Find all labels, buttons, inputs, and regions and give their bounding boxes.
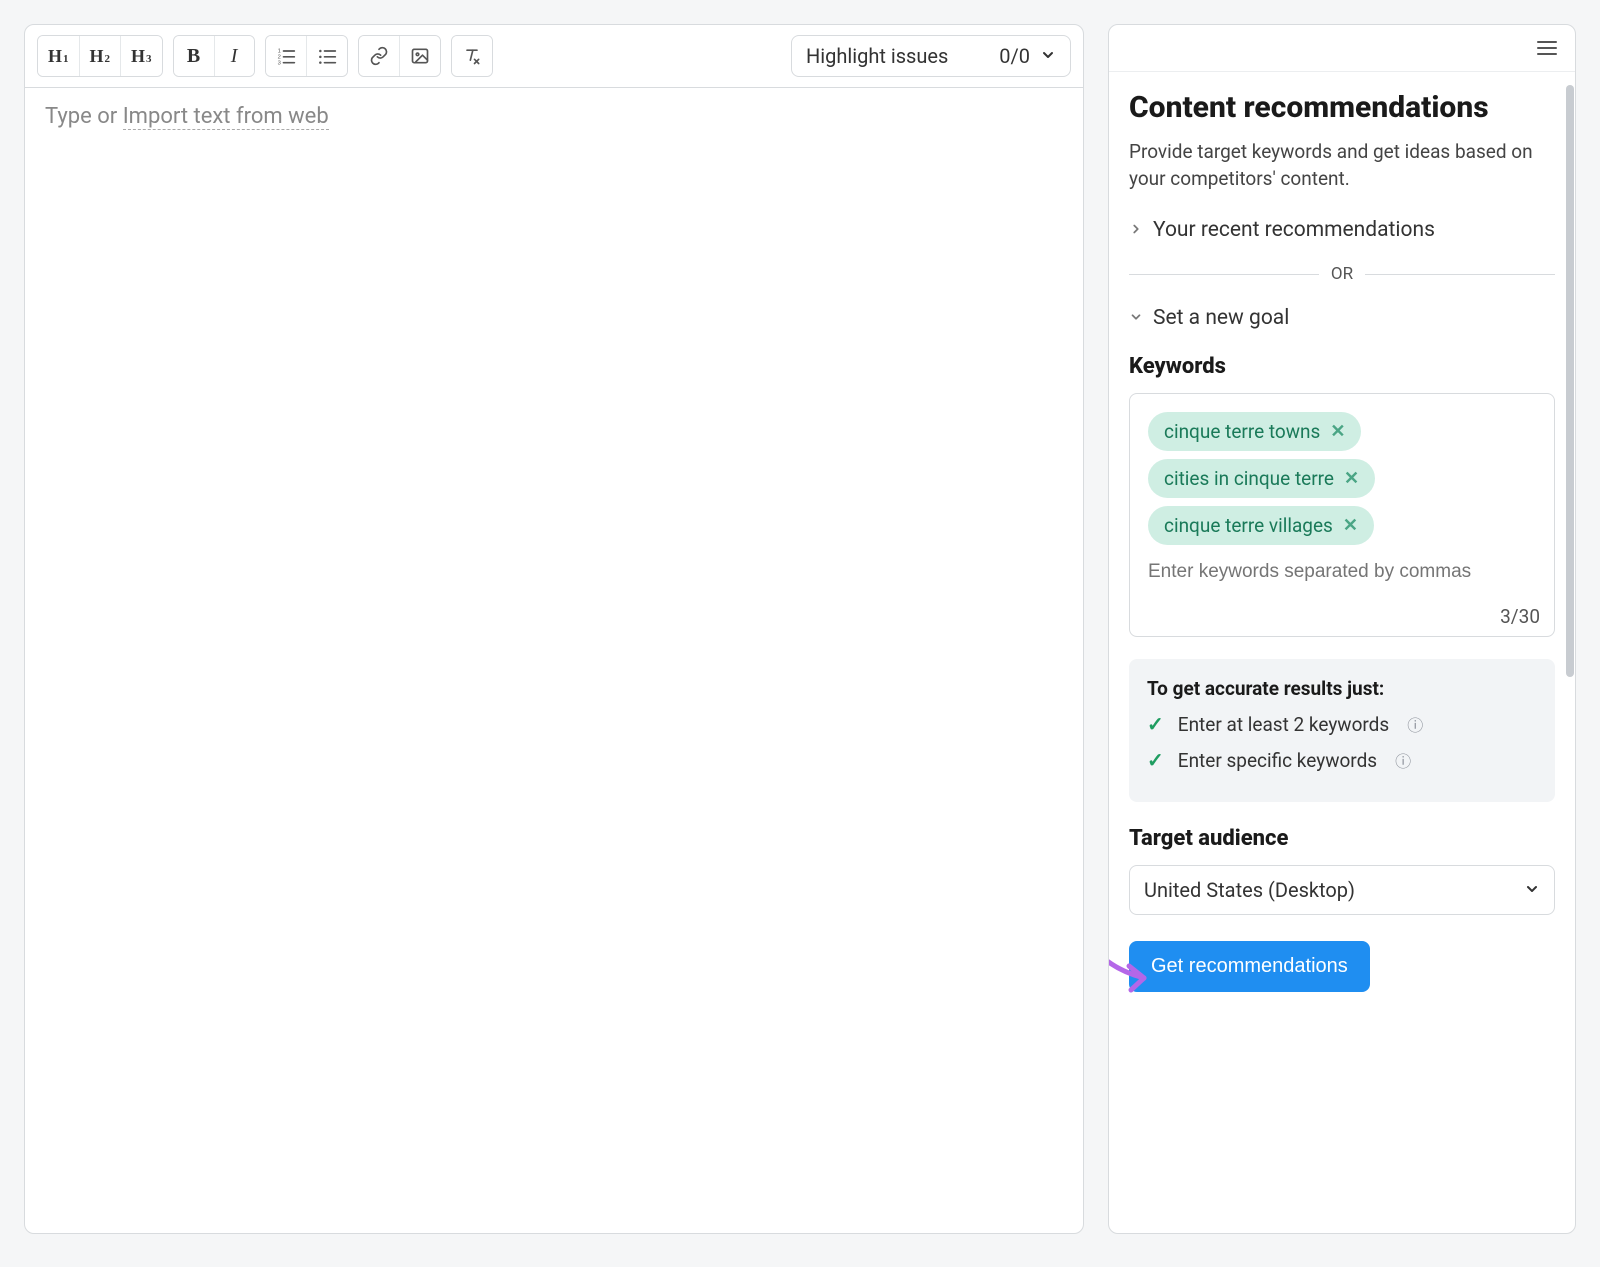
svg-text:3: 3 (277, 60, 280, 66)
remove-keyword-button[interactable]: ✕ (1330, 421, 1345, 442)
keywords-box: cinque terre towns ✕ cities in cinque te… (1129, 393, 1555, 637)
side-content: Content recommendations Provide target k… (1109, 72, 1575, 1012)
keyword-chip-label: cinque terre villages (1164, 514, 1333, 537)
tip-text: Enter at least 2 keywords (1178, 713, 1389, 736)
h3-button[interactable]: H3 (120, 36, 162, 76)
unordered-list-button[interactable] (306, 36, 347, 76)
recent-recommendations-toggle[interactable]: Your recent recommendations (1129, 218, 1555, 242)
get-recommendations-button[interactable]: Get recommendations (1129, 941, 1370, 992)
tips-box: To get accurate results just: ✓ Enter at… (1129, 659, 1555, 802)
editor-toolbar: H1 H2 H3 B I 1 2 (25, 25, 1083, 88)
heading-group: H1 H2 H3 (37, 35, 163, 77)
highlight-count: 0/0 (999, 44, 1030, 68)
highlight-issues-dropdown[interactable]: Highlight issues 0/0 (791, 35, 1071, 77)
chevron-right-icon (1129, 220, 1143, 241)
clear-formatting-icon (462, 46, 482, 66)
link-icon (369, 46, 389, 66)
recent-label: Your recent recommendations (1153, 218, 1435, 242)
editor-body[interactable]: Type or Import text from web (25, 88, 1083, 145)
recommendations-panel: Content recommendations Provide target k… (1108, 24, 1576, 1234)
app-root: H1 H2 H3 B I 1 2 (24, 24, 1576, 1234)
tip-row: ✓ Enter at least 2 keywords ⓘ (1147, 712, 1537, 736)
info-icon[interactable]: ⓘ (1395, 748, 1411, 772)
check-icon: ✓ (1147, 712, 1164, 736)
highlight-label: Highlight issues (806, 44, 989, 68)
image-icon (410, 46, 430, 66)
set-new-goal-toggle[interactable]: Set a new goal (1129, 306, 1555, 330)
editor-pane: H1 H2 H3 B I 1 2 (24, 24, 1084, 1234)
ordered-list-button[interactable]: 1 2 3 (266, 36, 306, 76)
chevron-down-icon (1524, 878, 1540, 902)
keywords-heading: Keywords (1129, 354, 1555, 379)
keyword-chip-label: cinque terre towns (1164, 420, 1320, 443)
check-icon: ✓ (1147, 748, 1164, 772)
import-from-web-link[interactable]: Import text from web (123, 104, 329, 130)
clear-formatting-button[interactable] (452, 36, 492, 76)
keyword-chip: cities in cinque terre ✕ (1148, 459, 1375, 498)
format-group: B I (173, 35, 255, 77)
keyword-chip-label: cities in cinque terre (1164, 467, 1334, 490)
insert-group (358, 35, 441, 77)
audience-heading: Target audience (1129, 826, 1555, 851)
info-icon[interactable]: ⓘ (1407, 712, 1423, 736)
bold-button[interactable]: B (174, 36, 214, 76)
keyword-chip: cinque terre towns ✕ (1148, 412, 1361, 451)
unordered-list-icon (317, 46, 337, 66)
panel-description: Provide target keywords and get ideas ba… (1129, 139, 1555, 192)
chevron-down-icon (1040, 44, 1056, 68)
link-button[interactable] (359, 36, 399, 76)
tips-heading: To get accurate results just: (1147, 677, 1537, 700)
chevron-down-icon (1129, 308, 1143, 329)
or-text: OR (1331, 264, 1353, 284)
editor-placeholder-prefix: Type or (45, 104, 123, 129)
or-divider: OR (1129, 264, 1555, 284)
ordered-list-icon: 1 2 3 (276, 46, 296, 66)
h1-button[interactable]: H1 (38, 36, 79, 76)
panel-menu-button[interactable] (1533, 37, 1561, 59)
set-goal-label: Set a new goal (1153, 306, 1289, 330)
keywords-count: 3/30 (1144, 605, 1540, 628)
audience-value: United States (Desktop) (1144, 878, 1355, 902)
remove-keyword-button[interactable]: ✕ (1343, 515, 1358, 536)
panel-title: Content recommendations (1129, 90, 1555, 125)
remove-keyword-button[interactable]: ✕ (1344, 468, 1359, 489)
image-button[interactable] (399, 36, 440, 76)
side-header (1109, 25, 1575, 72)
audience-select[interactable]: United States (Desktop) (1129, 865, 1555, 915)
h2-button[interactable]: H2 (79, 36, 121, 76)
clear-group (451, 35, 493, 77)
list-group: 1 2 3 (265, 35, 348, 77)
keyword-chip: cinque terre villages ✕ (1148, 506, 1374, 545)
tip-row: ✓ Enter specific keywords ⓘ (1147, 748, 1537, 772)
keywords-input[interactable] (1144, 549, 1540, 595)
tip-text: Enter specific keywords (1178, 749, 1377, 772)
italic-button[interactable]: I (214, 36, 254, 76)
